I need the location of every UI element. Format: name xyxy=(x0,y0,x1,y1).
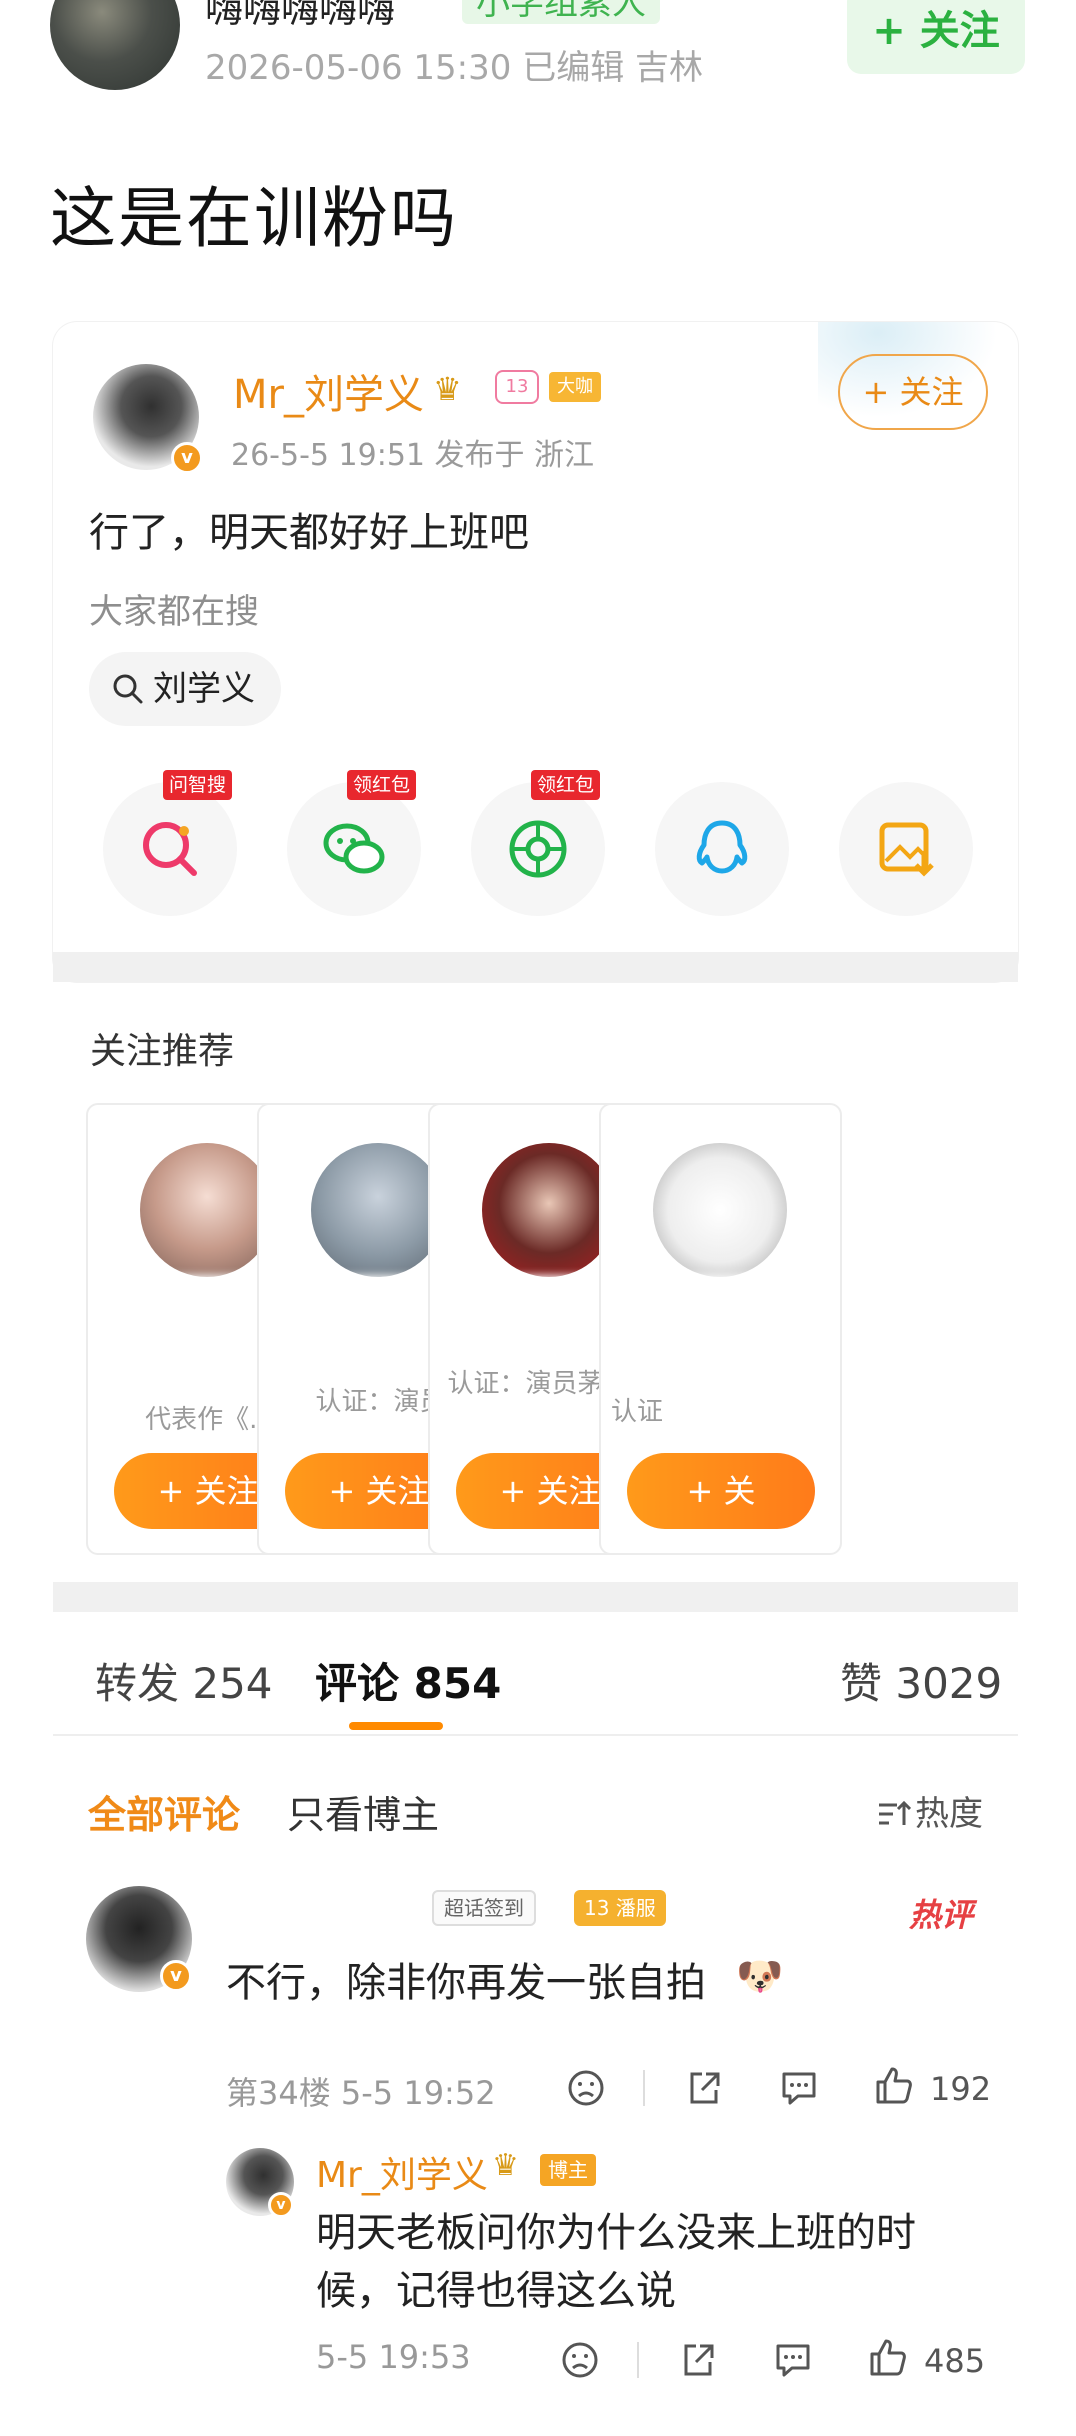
hot-comment-badge: 热评 xyxy=(909,1896,974,1934)
qa-search-icon xyxy=(143,822,197,876)
share-qa-search-button[interactable]: 问智搜 xyxy=(103,770,237,916)
author-tag: 小学组素人 xyxy=(462,0,660,24)
divider xyxy=(637,2342,639,2378)
recommend-follow-button[interactable]: + 关 xyxy=(627,1453,815,1529)
wechat-icon xyxy=(323,823,385,874)
recommend-avatar[interactable] xyxy=(653,1143,787,1277)
save-image-button[interactable] xyxy=(839,782,973,916)
recommend-card[interactable]: 认证 + 关 xyxy=(599,1103,842,1555)
section-divider xyxy=(53,952,1018,982)
like-count: 485 xyxy=(924,2342,986,2380)
crown-icon: ♛ xyxy=(433,370,462,408)
fan-level-badge: 13 潘服 xyxy=(574,1890,666,1926)
share-wechat-button[interactable]: 领红包 xyxy=(287,770,421,916)
poster-name[interactable]: Mr_刘学义 xyxy=(233,362,424,420)
recommend-avatar[interactable] xyxy=(311,1143,445,1277)
recommend-desc: 认证 xyxy=(611,1397,664,1427)
section-divider xyxy=(53,1582,1018,1612)
fan-level-badge: 13 xyxy=(495,370,539,404)
save-image-icon xyxy=(879,822,934,877)
share-badge: 领红包 xyxy=(531,770,601,800)
recommend-carousel[interactable]: 代表作《... + 关注 认证：演员 + 关注 认证：演员茅子俊 + 关注 认证… xyxy=(86,1103,1018,1555)
author-name[interactable]: 嗨嗨嗨嗨嗨 xyxy=(205,0,395,33)
share-row: 问智搜 领红包 领红包 xyxy=(103,770,1003,922)
recommend-avatar[interactable] xyxy=(482,1143,616,1277)
recommend-avatar[interactable] xyxy=(140,1143,274,1277)
big-v-badge: 大咖 xyxy=(549,372,601,402)
comment-icon[interactable] xyxy=(772,2340,814,2380)
verified-icon: v xyxy=(268,2192,294,2218)
dislike-face-icon[interactable] xyxy=(566,2068,606,2108)
share-icon[interactable] xyxy=(684,2068,724,2108)
poster-meta: 26-5-5 19:51 发布于 浙江 xyxy=(231,438,595,473)
dislike-face-icon[interactable] xyxy=(560,2340,600,2380)
like-icon[interactable] xyxy=(872,2064,914,2106)
doge-emoji-icon: 🐶 xyxy=(736,1954,784,1998)
quoted-post-text: 行了，明天都好好上班吧 xyxy=(89,510,529,556)
reply-meta: 5-5 19:53 xyxy=(316,2338,471,2376)
search-icon xyxy=(113,674,143,704)
follow-poster-button[interactable]: + 关注 xyxy=(838,354,988,430)
interaction-tabs: 转发 254 评论 854 赞 3029 xyxy=(53,1650,1018,1740)
host-badge: 博主 xyxy=(540,2154,596,2186)
crown-icon: ♛ xyxy=(492,2148,519,2183)
reply-text: 明天老板问你为什么没来上班的时候，记得也得这么说 xyxy=(316,2210,916,2314)
share-moments-button[interactable]: 领红包 xyxy=(471,770,605,916)
quoted-weibo-card[interactable]: v Mr_刘学义 ♛ 13 大咖 26-5-5 19:51 发布于 浙江 + 关… xyxy=(53,322,1018,982)
redacted-commenter-name xyxy=(222,1888,422,1930)
share-qq-button[interactable] xyxy=(655,782,789,916)
sort-icon xyxy=(879,1800,912,1825)
active-tab-indicator xyxy=(349,1722,443,1730)
search-hint-label: 大家都在搜 xyxy=(89,592,259,632)
like-count: 192 xyxy=(930,2070,992,2108)
tab-comment[interactable]: 评论 854 xyxy=(315,1650,501,1711)
sort-label: 热度 xyxy=(915,1794,983,1834)
sort-by-heat[interactable]: 热度 xyxy=(877,1786,983,1835)
tab-like[interactable]: 赞 3029 xyxy=(840,1650,1002,1711)
reply-author-name[interactable]: Mr_刘学义 xyxy=(316,2146,488,2198)
follow-author-button[interactable]: + 关注 xyxy=(847,0,1025,74)
post-meta: 2026-05-06 15:30 已编辑 吉林 xyxy=(205,48,703,88)
filter-all-comments[interactable]: 全部评论 xyxy=(88,1784,240,1839)
divider xyxy=(53,1734,1018,1736)
search-chip-label: 刘学义 xyxy=(153,669,255,709)
share-badge: 领红包 xyxy=(347,770,417,800)
like-icon[interactable] xyxy=(866,2336,908,2378)
checkin-badge: 超话签到 xyxy=(432,1890,536,1926)
divider xyxy=(643,2070,645,2106)
filter-only-op[interactable]: 只看博主 xyxy=(287,1784,439,1839)
author-avatar[interactable] xyxy=(50,0,180,90)
qq-icon xyxy=(696,820,748,874)
hot-search-chip[interactable]: 刘学义 xyxy=(89,652,281,726)
comment-text: 不行，除非你再发一张自拍 xyxy=(226,1960,706,2006)
share-icon[interactable] xyxy=(678,2340,718,2380)
moments-icon xyxy=(509,820,567,878)
share-badge: 问智搜 xyxy=(163,770,233,800)
tab-repost[interactable]: 转发 254 xyxy=(95,1650,273,1711)
comment-meta: 第34楼 5-5 19:52 xyxy=(226,2074,496,2112)
verified-icon: v xyxy=(160,1960,192,1992)
post-text: 这是在训粉吗 xyxy=(50,180,458,257)
verified-icon: v xyxy=(171,442,203,474)
redacted-area xyxy=(611,1275,834,1385)
comment-icon[interactable] xyxy=(778,2068,820,2108)
recommend-title: 关注推荐 xyxy=(90,1031,235,1072)
